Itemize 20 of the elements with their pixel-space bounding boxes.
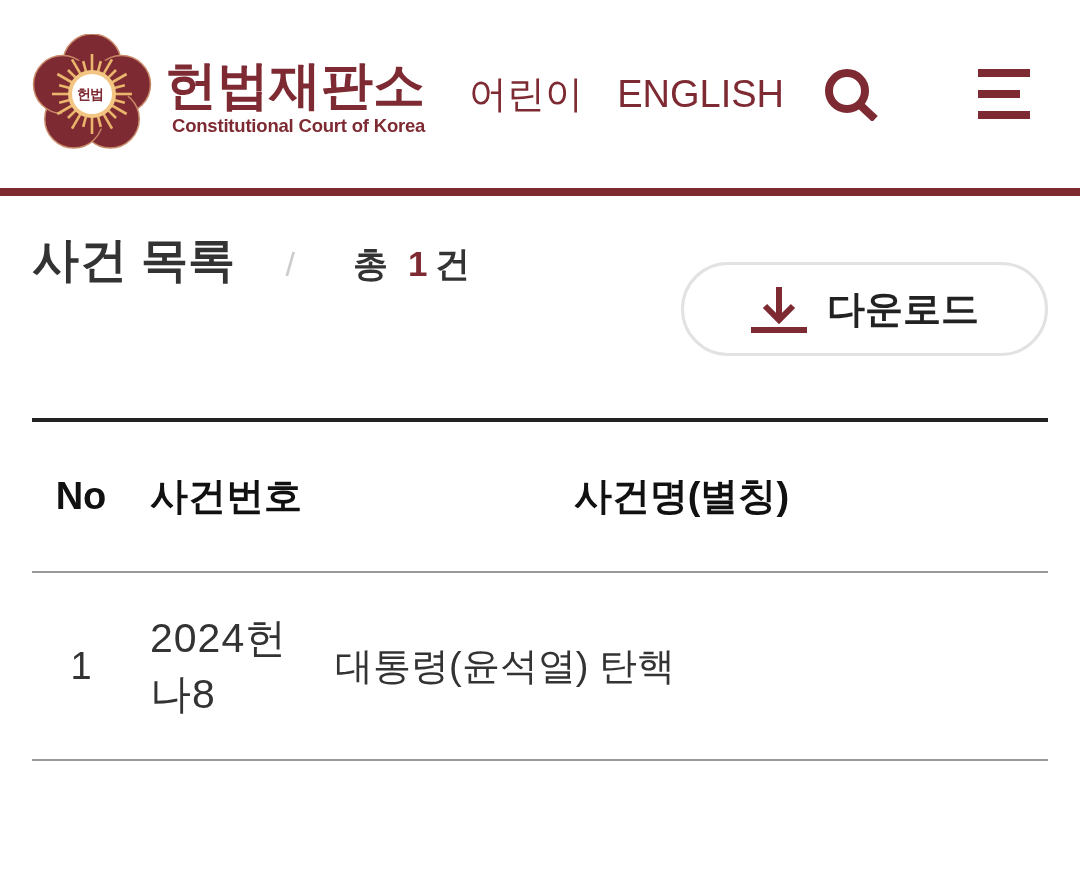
search-icon[interactable] [822,67,878,121]
download-button[interactable]: 다운로드 [681,262,1048,356]
list-title: 사건 목록 [32,232,236,288]
table-cell: 1 [70,645,92,687]
logo-title[interactable]: 헌법재판소 [165,54,426,115]
column-header: No [55,475,107,517]
separator-slash: / [285,245,295,284]
table-cell-text: 2024헌나8 [150,614,289,719]
nav-link[interactable]: ENGLISH [617,71,784,117]
total-label: 총 [353,243,388,285]
emblem-label: 헌법 [77,85,103,103]
nav-link[interactable]: 어린이 [469,71,584,117]
total-count: 1 [408,244,428,284]
download-icon [750,285,807,333]
column-header: 사건명(별칭) [573,475,790,517]
column-header: 사건번호 [150,475,302,517]
table-cell: 대통령(윤석열) 탄핵 [335,645,675,687]
logo-subtitle: Constitutional Court of Korea [172,115,426,136]
total-unit: 건 [435,243,471,285]
menu-icon[interactable] [978,69,1030,119]
